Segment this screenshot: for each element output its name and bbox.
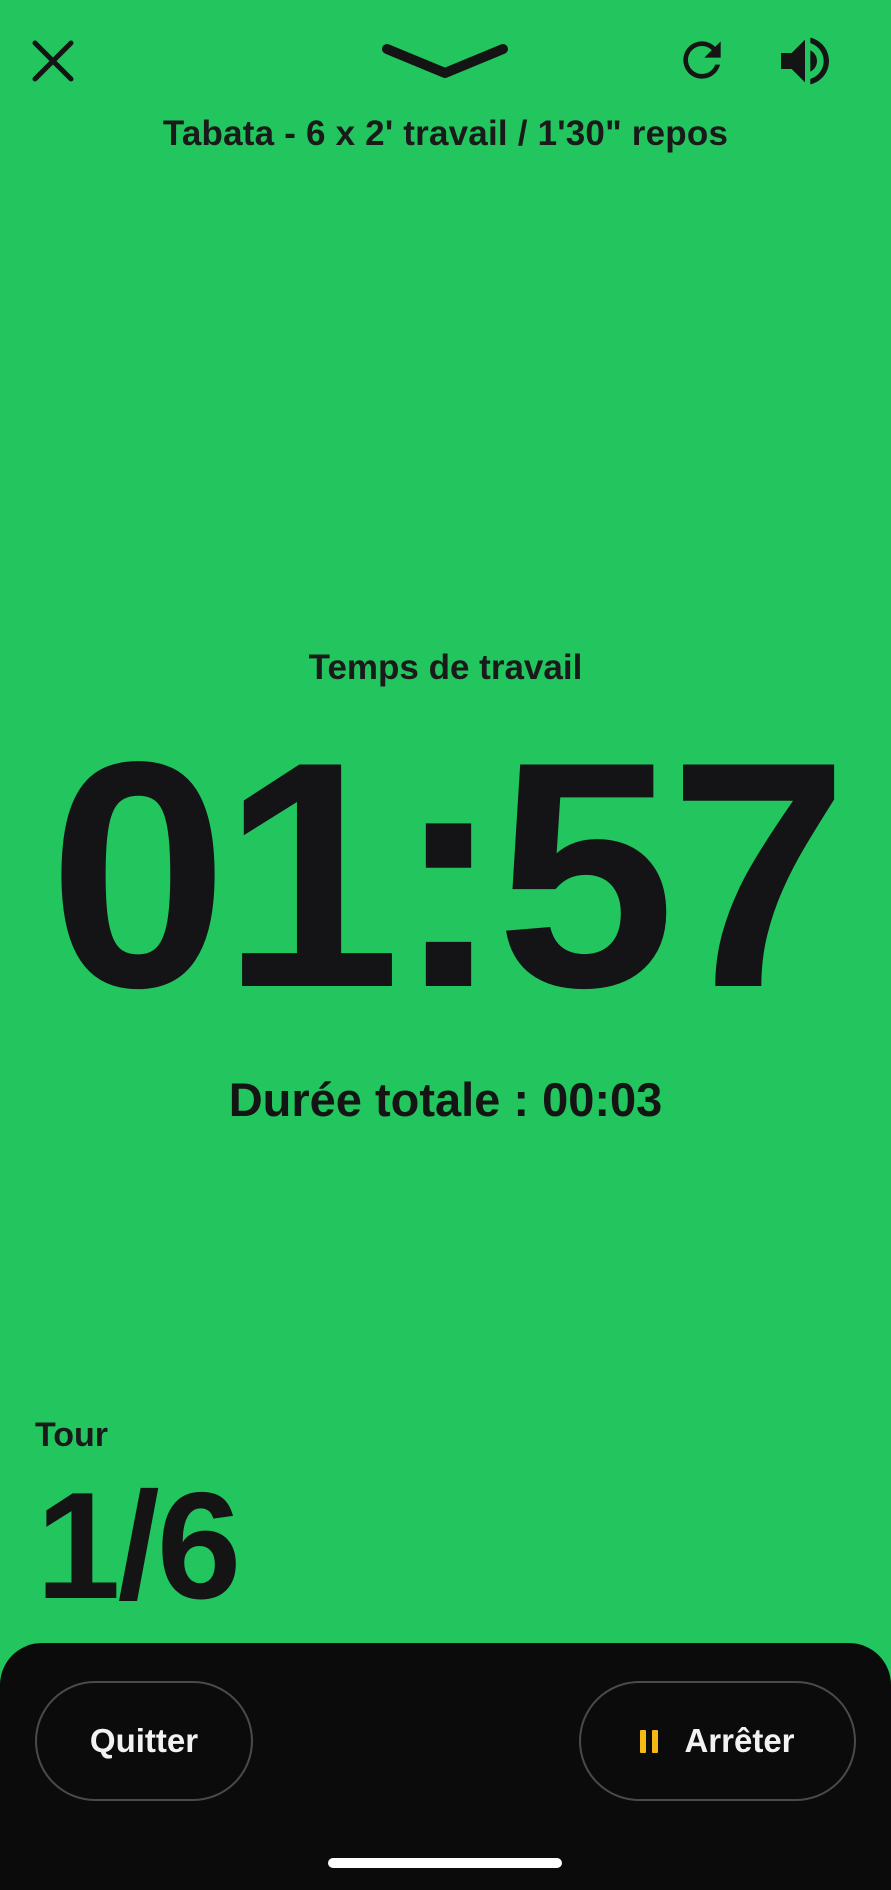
- stop-button-label: Arrêter: [684, 1722, 795, 1759]
- quit-button[interactable]: Quitter: [35, 1681, 253, 1801]
- workout-title: Tabata - 6 x 2' travail / 1'30" repos: [162, 114, 729, 153]
- close-button[interactable]: [22, 30, 84, 92]
- quit-button-label: Quitter: [89, 1722, 199, 1759]
- phase-label: Temps de travail: [308, 648, 583, 687]
- round-label: Tour: [35, 1416, 109, 1454]
- total-duration: Durée totale : 00:03: [228, 1073, 663, 1126]
- stop-button[interactable]: Arrêter: [579, 1681, 856, 1801]
- close-icon: [32, 40, 74, 82]
- volume-icon: [781, 37, 829, 85]
- home-indicator[interactable]: [328, 1858, 562, 1868]
- restart-icon: [683, 41, 721, 79]
- pause-icon: [640, 1729, 659, 1753]
- sound-button[interactable]: [772, 28, 838, 94]
- round-counter: 1/6: [36, 1461, 241, 1631]
- timer-screen: Tabata - 6 x 2' travail / 1'30" repos Te…: [0, 0, 891, 1890]
- collapse-button[interactable]: [380, 36, 510, 86]
- countdown-timer: 01:57: [48, 696, 849, 1055]
- restart-button[interactable]: [670, 28, 734, 92]
- chevron-down-icon: [382, 44, 508, 78]
